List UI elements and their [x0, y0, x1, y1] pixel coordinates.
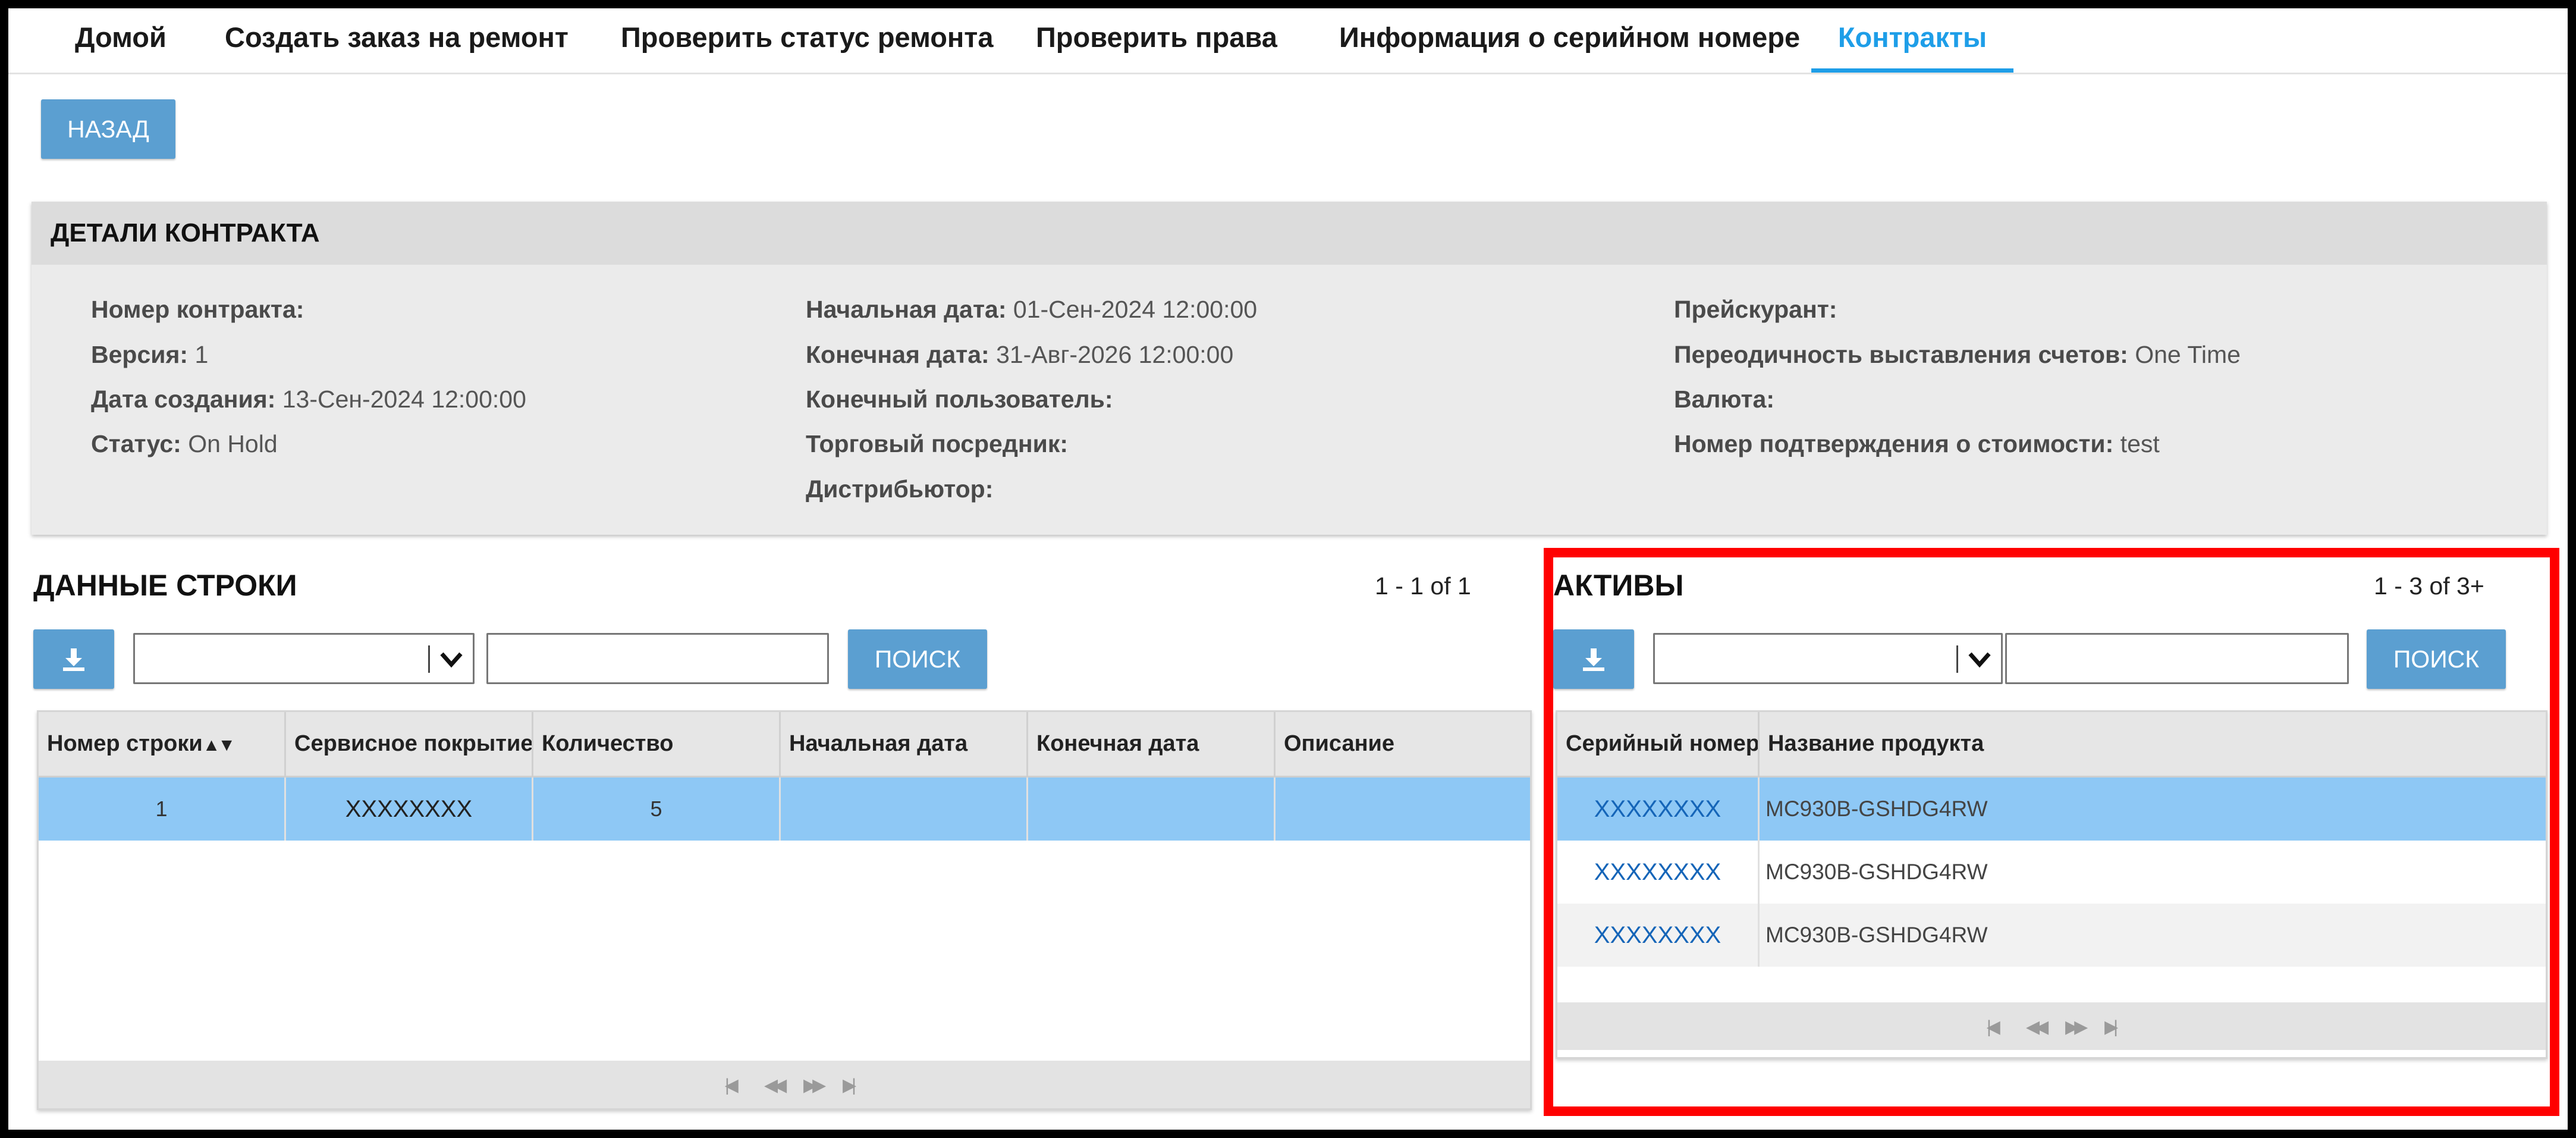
tab-home[interactable]: Домой — [45, 8, 196, 73]
last-page-icon[interactable]: ▶| — [843, 1075, 856, 1096]
next-page-icon[interactable]: ▶▶ — [803, 1075, 826, 1096]
chevron-down-icon — [440, 652, 463, 668]
cell-quantity: 5 — [533, 778, 781, 841]
tab-contracts[interactable]: Контракты — [1811, 8, 2013, 73]
field-currency: Валюта: — [1674, 385, 1774, 413]
col-quantity[interactable]: Количество — [533, 712, 781, 776]
lines-filter-select[interactable] — [133, 633, 475, 684]
cell-end-date — [1028, 778, 1276, 841]
lines-search-input[interactable] — [486, 633, 829, 684]
select-separator — [428, 645, 430, 673]
field-billing-frequency: Переодичность выставления счетов: One Ti… — [1674, 341, 2241, 368]
lines-counter: 1 - 1 of 1 — [1375, 572, 1471, 600]
field-end-date: Конечная дата: 31-Авг-2026 12:00:00 — [806, 341, 1234, 368]
field-start-date: Начальная дата: 01-Сен-2024 12:00:00 — [806, 296, 1258, 323]
tab-check-entitlement[interactable]: Проверить права — [1006, 8, 1307, 73]
highlight-box — [1544, 548, 2559, 1116]
field-reseller: Торговый посредник: — [806, 430, 1069, 457]
field-status: Статус: On Hold — [91, 430, 278, 457]
cell-start-date — [781, 778, 1028, 841]
back-button[interactable]: НАЗАД — [41, 99, 175, 159]
col-line-number[interactable]: Номер строки▲▼ — [39, 712, 286, 776]
field-price-list: Прейскурант: — [1674, 296, 1837, 323]
tab-create-repair-order[interactable]: Создать заказ на ремонт — [195, 8, 598, 73]
lines-grid: Номер строки▲▼ Сервисное покрытие Количе… — [37, 710, 1532, 1110]
tab-check-repair-status[interactable]: Проверить статус ремонта — [591, 8, 1023, 73]
top-nav: Домой Создать заказ на ремонт Проверить … — [8, 8, 2568, 74]
prev-page-icon[interactable]: ◀◀ — [764, 1075, 787, 1096]
lines-search-button[interactable]: ПОИСК — [848, 629, 987, 689]
sort-icon[interactable]: ▲▼ — [203, 735, 235, 755]
field-price-confirmation: Номер подтверждения о стоимости: test — [1674, 430, 2160, 457]
cell-service-coverage: XXXXXXXX — [286, 778, 533, 841]
lines-pager: |◀ ◀◀ ▶▶ ▶| — [39, 1061, 1530, 1108]
contract-details-title: ДЕТАЛИ КОНТРАКТА — [32, 202, 2547, 265]
field-end-user: Конечный пользователь: — [806, 385, 1113, 413]
col-service-coverage[interactable]: Сервисное покрытие — [286, 712, 533, 776]
tab-serial-number-info[interactable]: Информация о серийном номере — [1309, 8, 1830, 73]
first-page-icon[interactable]: |◀ — [725, 1075, 739, 1096]
app-frame: Домой Создать заказ на ремонт Проверить … — [8, 8, 2568, 1130]
col-description[interactable]: Описание — [1276, 712, 1530, 776]
col-end-date[interactable]: Конечная дата — [1028, 712, 1276, 776]
cell-line-number: 1 — [39, 778, 286, 841]
lines-download-button[interactable] — [33, 629, 114, 689]
field-distributor: Дистрибьютор: — [806, 475, 994, 503]
table-row[interactable]: 1 XXXXXXXX 5 — [39, 778, 1530, 841]
download-icon — [63, 648, 84, 671]
cell-description — [1276, 778, 1530, 841]
field-contract-number: Номер контракта: — [91, 296, 304, 323]
contract-details-panel: ДЕТАЛИ КОНТРАКТА Номер контракта: Версия… — [32, 202, 2547, 535]
field-created-date: Дата создания: 13-Сен-2024 12:00:00 — [91, 385, 526, 413]
col-start-date[interactable]: Начальная дата — [781, 712, 1028, 776]
lines-grid-header: Номер строки▲▼ Сервисное покрытие Количе… — [39, 712, 1530, 778]
field-version: Версия: 1 — [91, 341, 209, 368]
lines-section-title: ДАННЫЕ СТРОКИ — [33, 569, 297, 602]
